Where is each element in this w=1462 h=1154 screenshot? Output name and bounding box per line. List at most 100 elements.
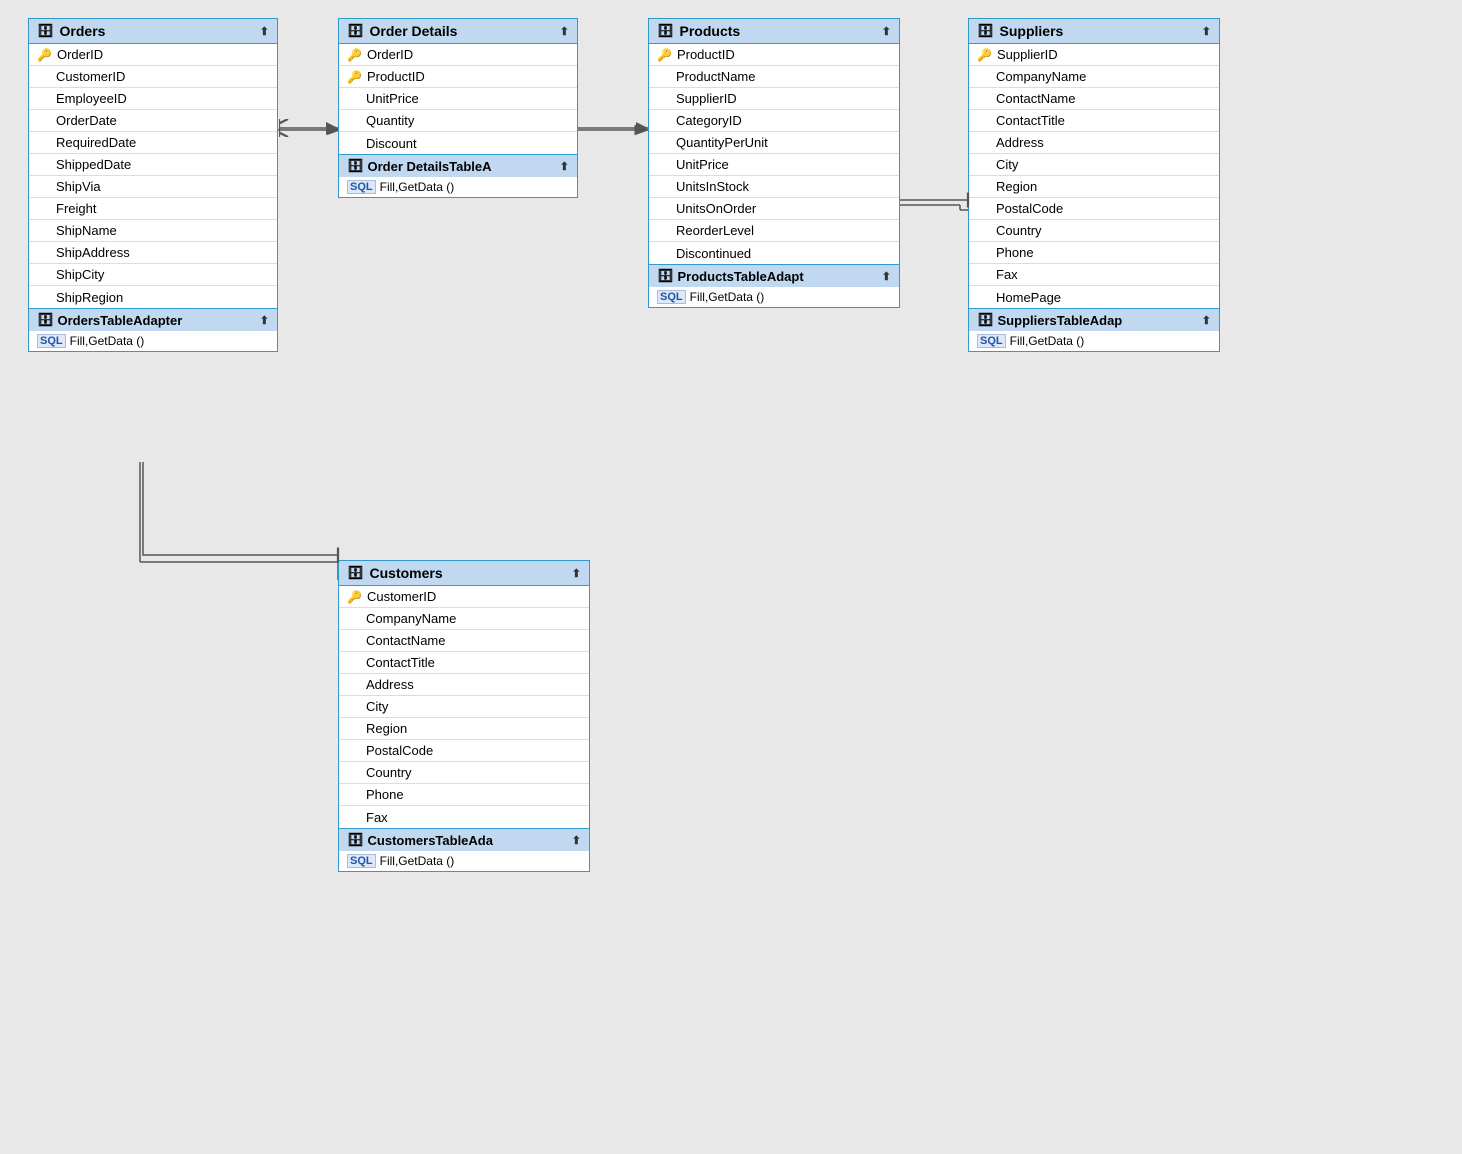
cust-field-city: City — [339, 696, 589, 718]
supp-field-phone: Phone — [969, 242, 1219, 264]
products-header: 🗄 Products ⬆ — [649, 19, 899, 44]
products-collapse[interactable]: ⬆ — [882, 25, 891, 38]
customers-header: 🗄 Customers ⬆ — [339, 561, 589, 586]
orders-table[interactable]: 🗄 Orders ⬆ 🔑 OrderID CustomerID Employee… — [28, 18, 278, 352]
order-details-collapse[interactable]: ⬆ — [560, 25, 569, 38]
cust-field-contactname: ContactName — [339, 630, 589, 652]
od-footer: SQL Fill,GetData () — [339, 177, 577, 197]
key-icon-od-productid: 🔑 — [347, 70, 362, 84]
orders-title: Orders — [60, 23, 106, 39]
orders-collapse[interactable]: ⬆ — [260, 25, 269, 38]
supp-adapter-icon: 🗄 — [977, 312, 994, 328]
supp-field-supplierid: 🔑 SupplierID — [969, 44, 1219, 66]
orders-field-employeeid: EmployeeID — [29, 88, 277, 110]
customers-fields: 🔑 CustomerID CompanyName ContactName Con… — [339, 586, 589, 828]
cust-field-country: Country — [339, 762, 589, 784]
suppliers-header: 🗄 Suppliers ⬆ — [969, 19, 1219, 44]
products-fields: 🔑 ProductID ProductName SupplierID Categ… — [649, 44, 899, 264]
cust-footer-text: Fill,GetData () — [380, 854, 455, 868]
od-field-quantity: Quantity — [339, 110, 577, 132]
supp-field-country: Country — [969, 220, 1219, 242]
cust-field-address: Address — [339, 674, 589, 696]
supp-field-contacttitle: ContactTitle — [969, 110, 1219, 132]
od-adapter-name: Order DetailsTableA — [368, 159, 492, 174]
supp-field-companyname: CompanyName — [969, 66, 1219, 88]
suppliers-title: Suppliers — [1000, 23, 1064, 39]
prod-field-discontinued: Discontinued — [649, 242, 899, 264]
prod-field-supplierid: SupplierID — [649, 88, 899, 110]
orders-footer: SQL Fill,GetData () — [29, 331, 277, 351]
orders-field-shipregion: ShipRegion — [29, 286, 277, 308]
cust-sql-icon: SQL — [347, 854, 376, 868]
orders-header: 🗄 Orders ⬆ — [29, 19, 277, 44]
od-field-productid: 🔑 ProductID — [339, 66, 577, 88]
prod-field-productid: 🔑 ProductID — [649, 44, 899, 66]
cust-field-postalcode: PostalCode — [339, 740, 589, 762]
supp-adapter-name: SuppliersTableAdap — [998, 313, 1123, 328]
orders-field-shipname: ShipName — [29, 220, 277, 242]
orders-adapter-icon: 🗄 — [37, 312, 54, 328]
suppliers-fields: 🔑 SupplierID CompanyName ContactName Con… — [969, 44, 1219, 308]
order-details-table-icon: 🗄 — [347, 23, 364, 39]
od-sql-icon: SQL — [347, 180, 376, 194]
prod-field-reorderlevel: ReorderLevel — [649, 220, 899, 242]
cust-field-region: Region — [339, 718, 589, 740]
orders-field-shipvia: ShipVia — [29, 176, 277, 198]
orders-field-requireddate: RequiredDate — [29, 132, 277, 154]
customers-adapter: 🗄 CustomersTableAda ⬆ — [339, 828, 589, 851]
orders-table-icon: 🗄 — [37, 23, 54, 39]
customers-footer: SQL Fill,GetData () — [339, 851, 589, 871]
prod-footer-text: Fill,GetData () — [690, 290, 765, 304]
orders-field-shipaddress: ShipAddress — [29, 242, 277, 264]
prod-sql-icon: SQL — [657, 290, 686, 304]
orders-adapter-name: OrdersTableAdapter — [58, 313, 183, 328]
key-icon-od-orderid: 🔑 — [347, 48, 362, 62]
supp-sql-icon: SQL — [977, 334, 1006, 348]
order-details-title: Order Details — [370, 23, 458, 39]
order-details-fields: 🔑 OrderID 🔑 ProductID UnitPrice Quantity… — [339, 44, 577, 154]
orders-field-orderdate: OrderDate — [29, 110, 277, 132]
products-table[interactable]: 🗄 Products ⬆ 🔑 ProductID ProductName Sup… — [648, 18, 900, 308]
prod-field-quantityperunit: QuantityPerUnit — [649, 132, 899, 154]
supp-footer-text: Fill,GetData () — [1010, 334, 1085, 348]
orders-adapter: 🗄 OrdersTableAdapter ⬆ — [29, 308, 277, 331]
supp-field-region: Region — [969, 176, 1219, 198]
customers-table[interactable]: 🗄 Customers ⬆ 🔑 CustomerID CompanyName C… — [338, 560, 590, 872]
od-field-unitprice: UnitPrice — [339, 88, 577, 110]
suppliers-collapse[interactable]: ⬆ — [1202, 25, 1211, 38]
prod-field-productname: ProductName — [649, 66, 899, 88]
cust-adapter-icon: 🗄 — [347, 832, 364, 848]
suppliers-adapter: 🗄 SuppliersTableAdap ⬆ — [969, 308, 1219, 331]
supp-field-contactname: ContactName — [969, 88, 1219, 110]
supp-field-postalcode: PostalCode — [969, 198, 1219, 220]
customers-title: Customers — [370, 565, 443, 581]
cust-field-contacttitle: ContactTitle — [339, 652, 589, 674]
cust-field-customerid: 🔑 CustomerID — [339, 586, 589, 608]
products-adapter: 🗄 ProductsTableAdapt ⬆ — [649, 264, 899, 287]
prod-field-unitsinstock: UnitsInStock — [649, 176, 899, 198]
prod-field-categoryid: CategoryID — [649, 110, 899, 132]
customers-collapse[interactable]: ⬆ — [572, 567, 581, 580]
suppliers-table[interactable]: 🗄 Suppliers ⬆ 🔑 SupplierID CompanyName C… — [968, 18, 1220, 352]
od-field-discount: Discount — [339, 132, 577, 154]
customers-table-icon: 🗄 — [347, 565, 364, 581]
key-icon-supplierid: 🔑 — [977, 48, 992, 62]
orders-field-orderid: 🔑 OrderID — [29, 44, 277, 66]
order-details-adapter: 🗄 Order DetailsTableA ⬆ — [339, 154, 577, 177]
prod-adapter-icon: 🗄 — [657, 268, 674, 284]
suppliers-table-icon: 🗄 — [977, 23, 994, 39]
supp-field-city: City — [969, 154, 1219, 176]
orders-field-shippeddate: ShippedDate — [29, 154, 277, 176]
orders-field-shipcity: ShipCity — [29, 264, 277, 286]
products-title: Products — [680, 23, 741, 39]
products-table-icon: 🗄 — [657, 23, 674, 39]
order-details-table[interactable]: 🗄 Order Details ⬆ 🔑 OrderID 🔑 ProductID … — [338, 18, 578, 198]
orders-field-freight: Freight — [29, 198, 277, 220]
orders-field-customerid: CustomerID — [29, 66, 277, 88]
key-icon-productid: 🔑 — [657, 48, 672, 62]
supp-field-fax: Fax — [969, 264, 1219, 286]
prod-adapter-name: ProductsTableAdapt — [678, 269, 804, 284]
prod-field-unitprice: UnitPrice — [649, 154, 899, 176]
diagram-canvas: 🗄 Orders ⬆ 🔑 OrderID CustomerID Employee… — [0, 0, 1462, 1154]
supp-field-address: Address — [969, 132, 1219, 154]
